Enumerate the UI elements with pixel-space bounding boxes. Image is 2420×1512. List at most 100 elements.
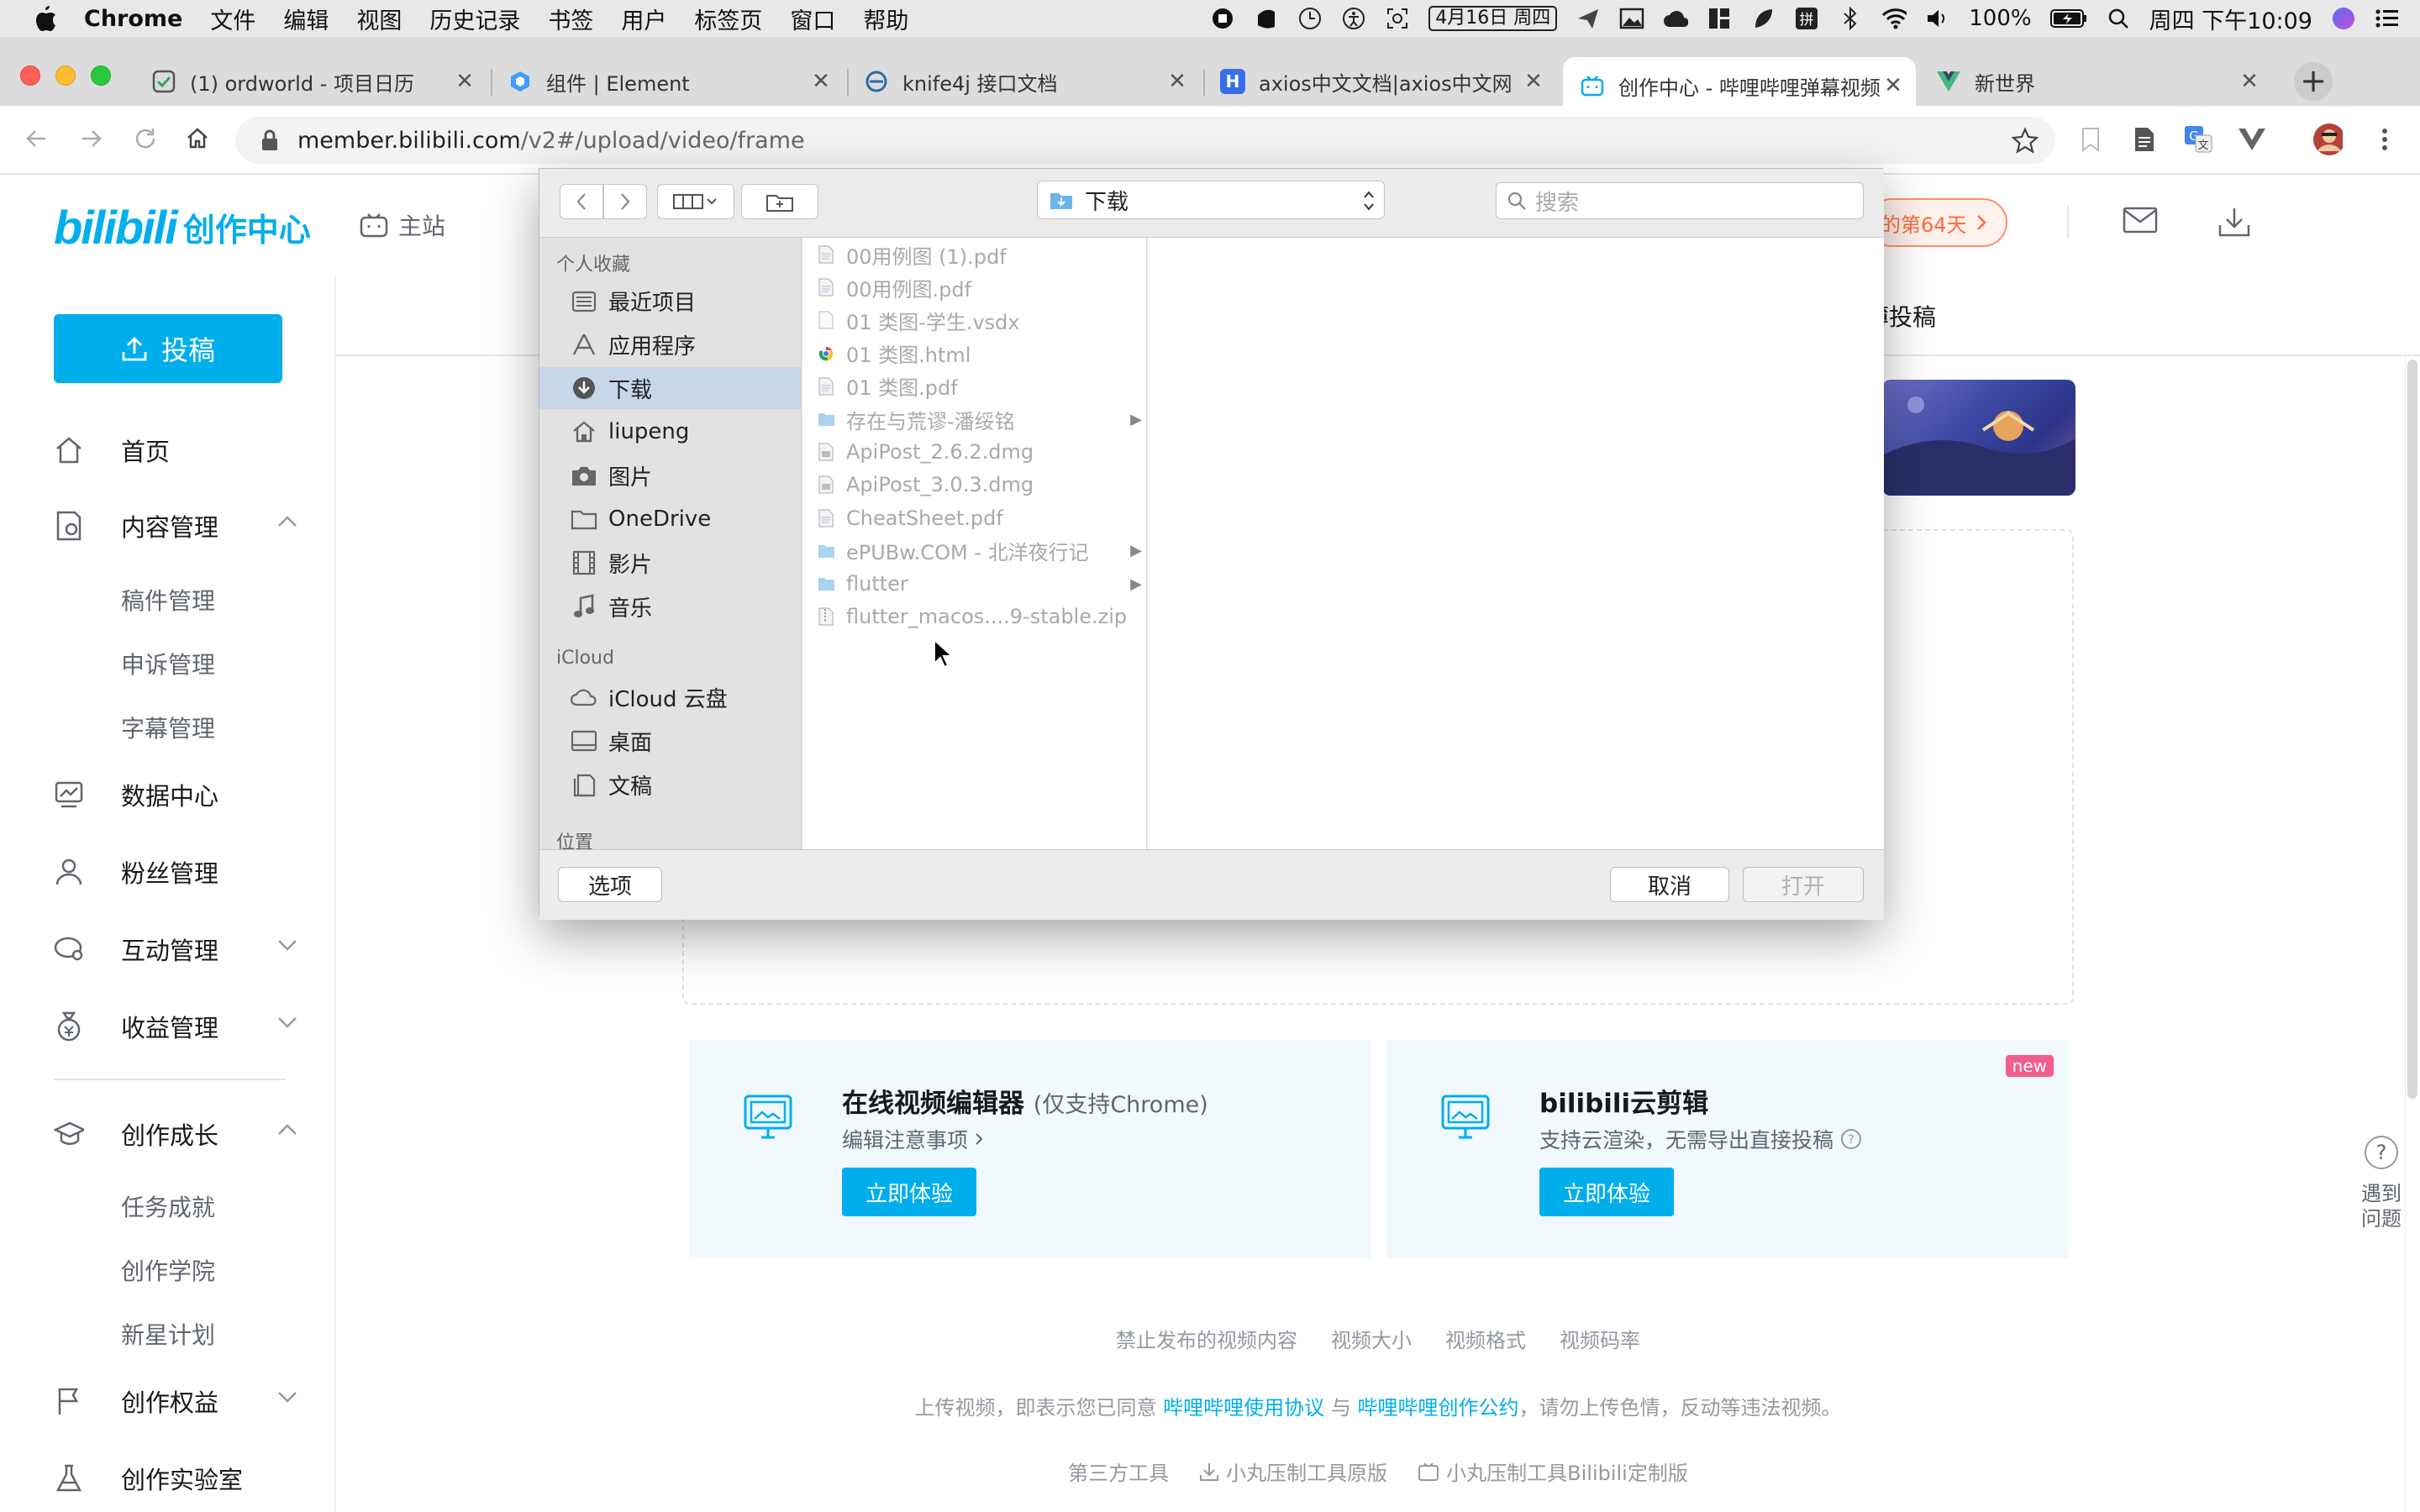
menu-people[interactable]: 用户 xyxy=(621,3,666,35)
menu-app-chrome[interactable]: Chrome xyxy=(84,6,182,32)
zoom-window-button[interactable] xyxy=(91,66,111,86)
help-circle-icon[interactable]: ? xyxy=(1840,1128,1862,1150)
browser-tab[interactable]: H axios中文文档|axios中文网 ✕ xyxy=(1203,57,1556,106)
help-widget[interactable]: ? 遇到 问题 xyxy=(2349,1136,2413,1231)
sidebar-item-home[interactable]: 首页 xyxy=(54,425,297,475)
location-popup[interactable]: 下载 xyxy=(1037,181,1385,219)
folder-row[interactable]: flutter ▶ xyxy=(802,569,1146,599)
date-badge[interactable]: 4月16日 周四 xyxy=(1428,6,1558,31)
close-tab-icon[interactable]: ✕ xyxy=(452,69,477,94)
sidebar-documents[interactable]: 文稿 xyxy=(539,764,801,806)
close-tab-icon[interactable]: ✕ xyxy=(1521,69,1546,94)
sidebar-downloads[interactable]: 下载 xyxy=(539,367,801,409)
sidebar-item-growth[interactable]: 创作成长 xyxy=(54,1109,297,1159)
send-icon[interactable] xyxy=(1576,6,1601,31)
open-button[interactable]: 打开 xyxy=(1743,867,1864,902)
chrome-menu-icon[interactable] xyxy=(2370,124,2400,155)
browser-tab[interactable]: (1) ordworld - 项目日历 ✕ xyxy=(134,57,487,106)
spotlight-search-icon[interactable] xyxy=(2106,6,2131,31)
menu-window[interactable]: 窗口 xyxy=(790,3,835,35)
file-row[interactable]: 00用例图 (1).pdf xyxy=(802,239,1146,270)
browser-tab[interactable]: knife4j 接口文档 ✕ xyxy=(847,57,1200,106)
home-icon[interactable] xyxy=(178,119,217,158)
sidebar-item-academy[interactable]: 创作学院 xyxy=(121,1253,215,1287)
battery-icon[interactable] xyxy=(2049,6,2087,31)
file-row[interactable]: 01 类图-学生.vsdx xyxy=(802,305,1146,335)
xiaowan-bilibili-link[interactable]: 小丸压制工具Bilibili定制版 xyxy=(1418,1457,1688,1486)
close-tab-icon[interactable]: ✕ xyxy=(2237,69,2262,94)
forward-arrow-icon[interactable] xyxy=(72,119,111,158)
sidebar-item-lab[interactable]: 创作实验室 xyxy=(54,1453,297,1504)
new-tab-button[interactable]: + xyxy=(2294,62,2333,101)
wifi-icon[interactable] xyxy=(1881,6,1907,31)
file-row[interactable]: 01 类图.html xyxy=(802,339,1146,369)
options-button[interactable]: 选项 xyxy=(558,867,662,902)
creator-center-logo[interactable]: bilibili 创作中心 xyxy=(54,200,311,255)
sidebar-item-revenue[interactable]: 收益管理 xyxy=(54,1001,297,1052)
close-tab-icon[interactable]: ✕ xyxy=(1881,73,1906,98)
scan-icon[interactable] xyxy=(1385,6,1410,31)
sidebar-icloud-drive[interactable]: iCloud 云盘 xyxy=(539,676,801,718)
browser-tab[interactable]: 新世界 ✕ xyxy=(1919,57,2272,106)
close-tab-icon[interactable]: ✕ xyxy=(808,69,834,94)
download-icon[interactable] xyxy=(2218,207,2250,237)
usage-agreement-link[interactable]: 哔哩哔哩使用协议 xyxy=(1163,1396,1324,1420)
document-extension-icon[interactable] xyxy=(2129,124,2160,155)
creation-days-badge[interactable]: 的第64天 xyxy=(1867,198,2007,247)
profile-avatar[interactable] xyxy=(2312,123,2343,155)
try-cloud-button[interactable]: 立即体验 xyxy=(1539,1168,1674,1216)
forbidden-content-link[interactable]: 禁止发布的视频内容 xyxy=(1116,1324,1297,1353)
sidebar-item-newstar[interactable]: 新星计划 xyxy=(121,1317,215,1351)
file-row[interactable]: ApiPost_3.0.3.dmg xyxy=(802,470,1146,500)
app-tray-icon[interactable] xyxy=(1254,6,1279,31)
page-scrollbar[interactable] xyxy=(2405,356,2420,1512)
pinyin-input-icon[interactable]: 拼 xyxy=(1794,6,1819,31)
bluetooth-icon[interactable] xyxy=(1838,6,1863,31)
folder-row[interactable]: 存在与荒谬-潘绥铭 ▶ xyxy=(802,404,1146,434)
sidebar-item-data-center[interactable]: 数据中心 xyxy=(54,769,297,820)
sidebar-applications[interactable]: 应用程序 xyxy=(539,323,801,365)
siri-icon[interactable] xyxy=(2331,6,2356,31)
creation-convention-link[interactable]: 哔哩哔哩创作公约 xyxy=(1357,1396,1518,1420)
menu-file[interactable]: 文件 xyxy=(210,3,255,35)
minimize-window-button[interactable] xyxy=(55,66,76,86)
menu-help[interactable]: 帮助 xyxy=(863,3,908,35)
bookmark-star-icon[interactable] xyxy=(2012,127,2039,154)
new-folder-button[interactable] xyxy=(741,184,818,219)
close-tab-icon[interactable]: ✕ xyxy=(1165,69,1190,94)
cancel-button[interactable]: 取消 xyxy=(1610,867,1729,902)
menu-edit[interactable]: 编辑 xyxy=(283,3,329,35)
mail-icon[interactable] xyxy=(2123,207,2158,234)
scrollbar-thumb[interactable] xyxy=(2407,360,2417,1099)
bookmark-extension-icon[interactable] xyxy=(2075,124,2106,155)
sidebar-movies[interactable]: 影片 xyxy=(539,542,801,584)
view-mode-button[interactable] xyxy=(657,184,734,219)
promo-banner-image[interactable] xyxy=(1882,380,2075,496)
file-row[interactable]: ApiPost_2.6.2.dmg xyxy=(802,437,1146,467)
sidebar-item-fans[interactable]: 粉丝管理 xyxy=(54,847,297,897)
browser-tab[interactable]: 组件 | Element ✕ xyxy=(491,57,844,106)
dialog-back-button[interactable] xyxy=(560,184,603,219)
sidebar-pictures[interactable]: 图片 xyxy=(539,454,801,496)
sidebar-home[interactable]: liupeng xyxy=(539,411,801,453)
menu-bookmarks[interactable]: 书签 xyxy=(548,3,593,35)
file-row[interactable]: 01 类图.pdf xyxy=(802,371,1146,402)
xiaowan-original-link[interactable]: 小丸压制工具原版 xyxy=(1199,1457,1387,1486)
accessibility-icon[interactable] xyxy=(1341,6,1366,31)
leaf-icon[interactable] xyxy=(1750,6,1776,31)
back-arrow-icon[interactable] xyxy=(17,119,55,158)
sidebar-item-tasks[interactable]: 任务成就 xyxy=(121,1189,215,1223)
folder-row[interactable]: ePUBw.COM - 北洋夜行记 ▶ xyxy=(802,536,1146,566)
menu-history[interactable]: 历史记录 xyxy=(429,3,520,35)
translate-extension-icon[interactable]: G文 xyxy=(2183,124,2213,155)
vuejs-devtools-icon[interactable] xyxy=(2237,124,2267,155)
sidebar-music[interactable]: 音乐 xyxy=(539,585,801,627)
upload-button[interactable]: 投稿 xyxy=(54,314,282,383)
clock-tray-icon[interactable] xyxy=(1297,6,1323,31)
address-bar[interactable]: member.bilibili.com/v2#/upload/video/fra… xyxy=(235,117,2055,164)
cloud-icon[interactable] xyxy=(1663,6,1689,31)
image-tray-icon[interactable] xyxy=(1619,6,1644,31)
dialog-search-field[interactable]: 搜索 xyxy=(1496,182,1864,219)
video-size-link[interactable]: 视频大小 xyxy=(1331,1324,1412,1353)
menu-view[interactable]: 视图 xyxy=(356,3,402,35)
